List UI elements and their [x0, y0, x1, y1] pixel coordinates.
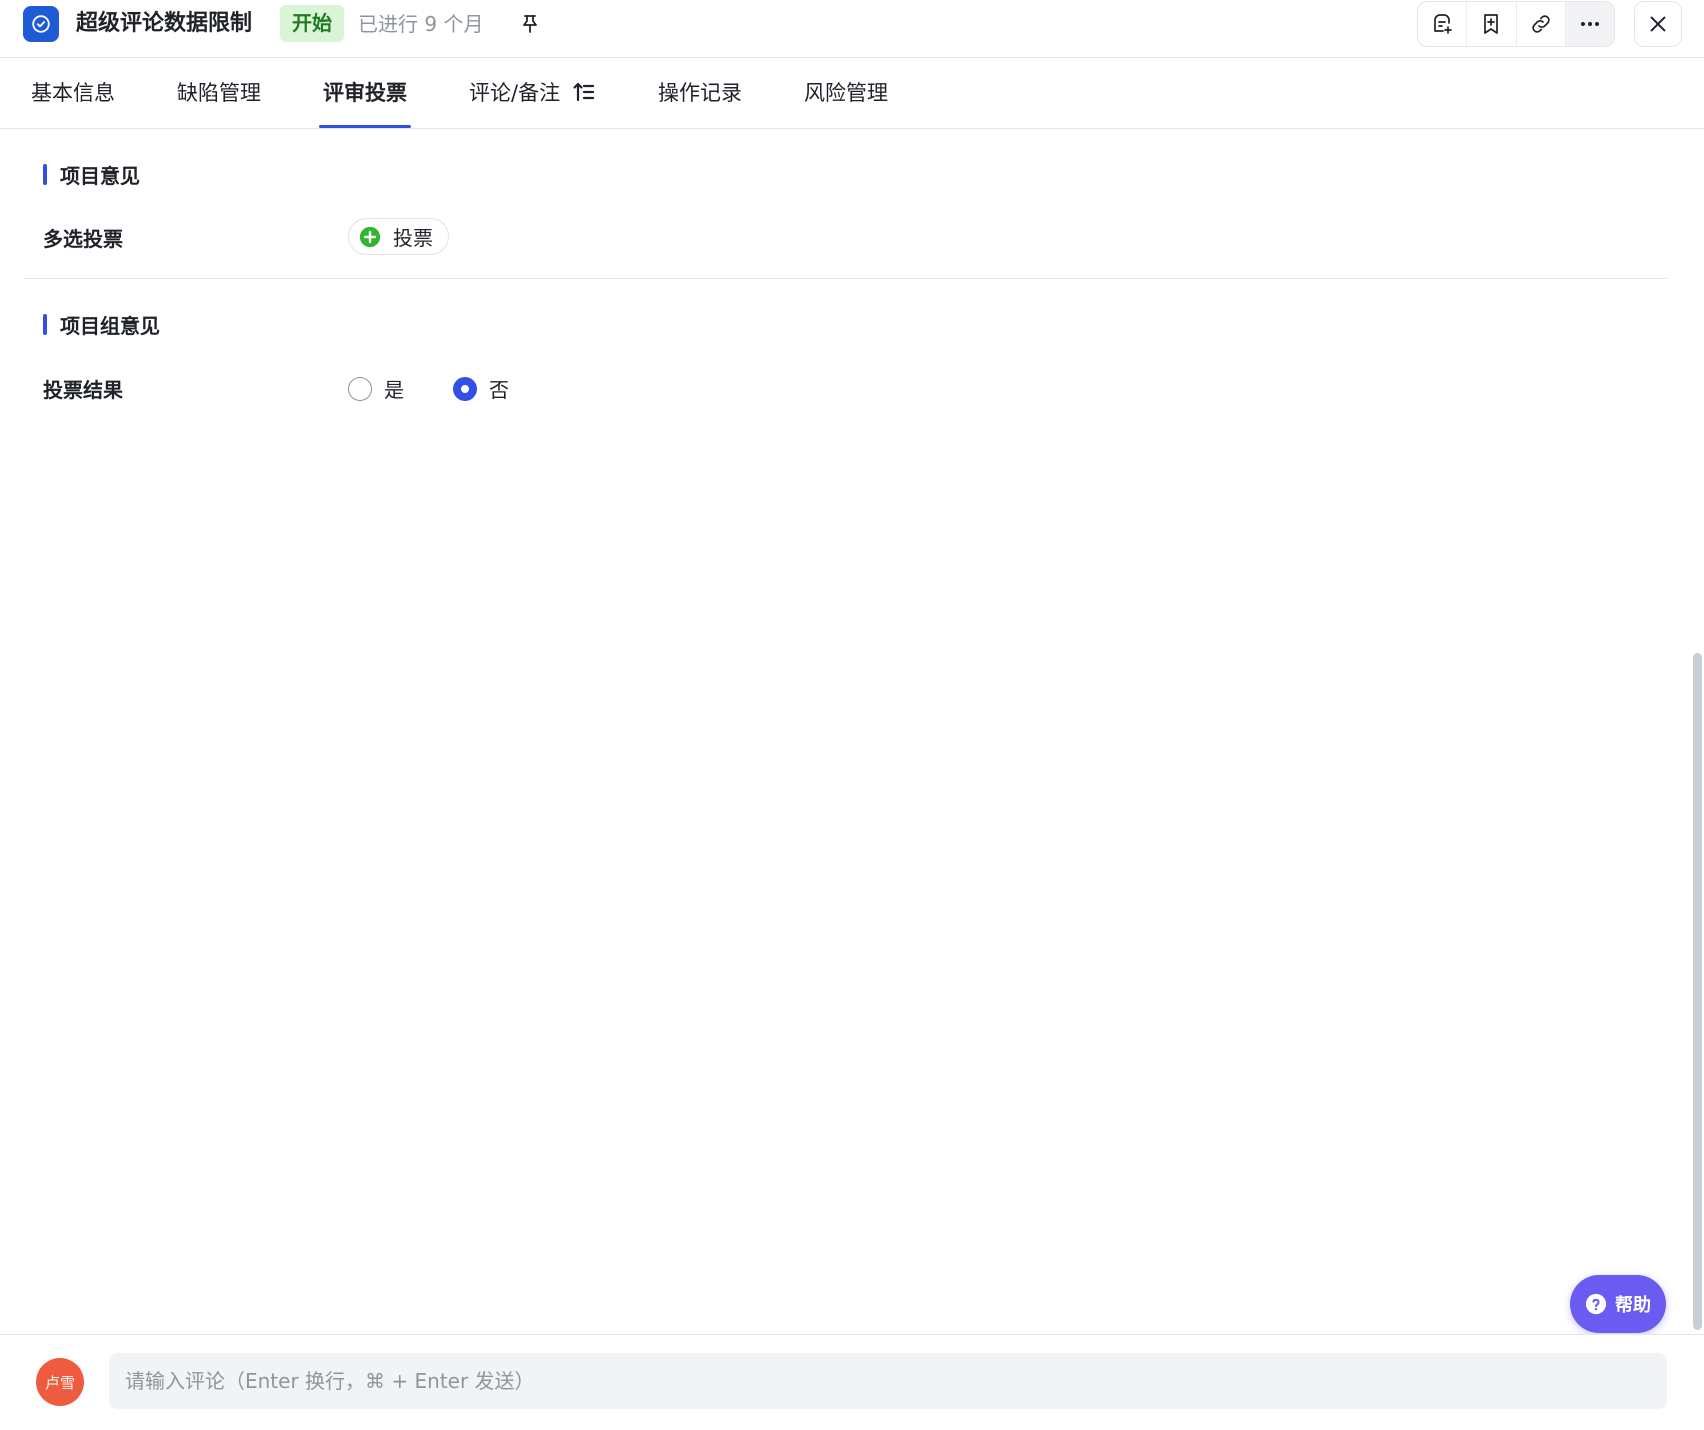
- tab-review-vote[interactable]: 评审投票: [323, 58, 407, 128]
- field-label-multi-vote: 多选投票: [43, 227, 123, 251]
- comment-footer: 卢雪: [0, 1334, 1704, 1430]
- tab-risk-management[interactable]: 风险管理: [804, 58, 888, 128]
- avatar[interactable]: 卢雪: [36, 1358, 84, 1406]
- section-divider: [24, 278, 1667, 279]
- comment-add-button[interactable]: [1418, 2, 1468, 46]
- radio-no-circle: [453, 376, 477, 401]
- header-toolbar: [1417, 1, 1615, 47]
- more-button[interactable]: [1565, 2, 1614, 46]
- radio-yes[interactable]: 是: [348, 374, 404, 403]
- radio-yes-label: 是: [384, 378, 404, 402]
- help-icon: [1585, 1293, 1607, 1315]
- vote-button[interactable]: 投票: [348, 218, 449, 255]
- scrollbar-thumb[interactable]: [1693, 653, 1702, 1330]
- tab-comments-label: 评论/备注: [469, 81, 561, 105]
- tab-comments[interactable]: 评论/备注: [469, 58, 596, 128]
- radio-no[interactable]: 否: [453, 374, 509, 403]
- section-title-project-opinion: 项目意见: [43, 163, 140, 188]
- pin-icon[interactable]: [518, 12, 542, 36]
- section-title-text: 项目组意见: [60, 313, 160, 338]
- vote-button-label: 投票: [393, 226, 433, 250]
- tab-basic-info[interactable]: 基本信息: [31, 58, 115, 128]
- bookmark-add-icon: [1484, 14, 1499, 34]
- close-icon: [1650, 16, 1666, 32]
- radio-no-label: 否: [489, 378, 509, 402]
- page-title: 超级评论数据限制: [76, 11, 253, 36]
- bookmark-add-button[interactable]: [1467, 2, 1517, 46]
- radio-yes-circle: [348, 376, 372, 401]
- link-icon: [1531, 15, 1550, 33]
- elapsed-time: 已进行 9 个月: [358, 12, 484, 36]
- more-icon: [1580, 22, 1599, 26]
- copy-link-button[interactable]: [1517, 2, 1566, 46]
- sort-icon[interactable]: [572, 80, 596, 104]
- field-label-vote-result: 投票结果: [43, 378, 123, 402]
- status-badge: 开始: [280, 5, 344, 42]
- section-marker: [43, 163, 47, 185]
- header: 超级评论数据限制 开始 已进行 9 个月: [0, 0, 1704, 58]
- comment-input[interactable]: [109, 1353, 1667, 1409]
- tab-operation-log[interactable]: 操作记录: [658, 58, 742, 128]
- comment-add-icon: [1434, 14, 1452, 34]
- close-button[interactable]: [1634, 1, 1682, 47]
- section-title-group-opinion: 项目组意见: [43, 313, 160, 338]
- tab-defect-management[interactable]: 缺陷管理: [177, 58, 261, 128]
- help-button[interactable]: 帮助: [1570, 1275, 1666, 1333]
- active-tab-indicator: [319, 125, 411, 128]
- check-circle-icon: [23, 6, 59, 42]
- help-label: 帮助: [1615, 1295, 1651, 1316]
- tab-bar: 基本信息 缺陷管理 评审投票 评论/备注 操作记录 风险管理: [0, 58, 1704, 129]
- section-title-text: 项目意见: [60, 163, 140, 188]
- section-marker: [43, 313, 47, 335]
- plus-circle-icon: [359, 226, 381, 247]
